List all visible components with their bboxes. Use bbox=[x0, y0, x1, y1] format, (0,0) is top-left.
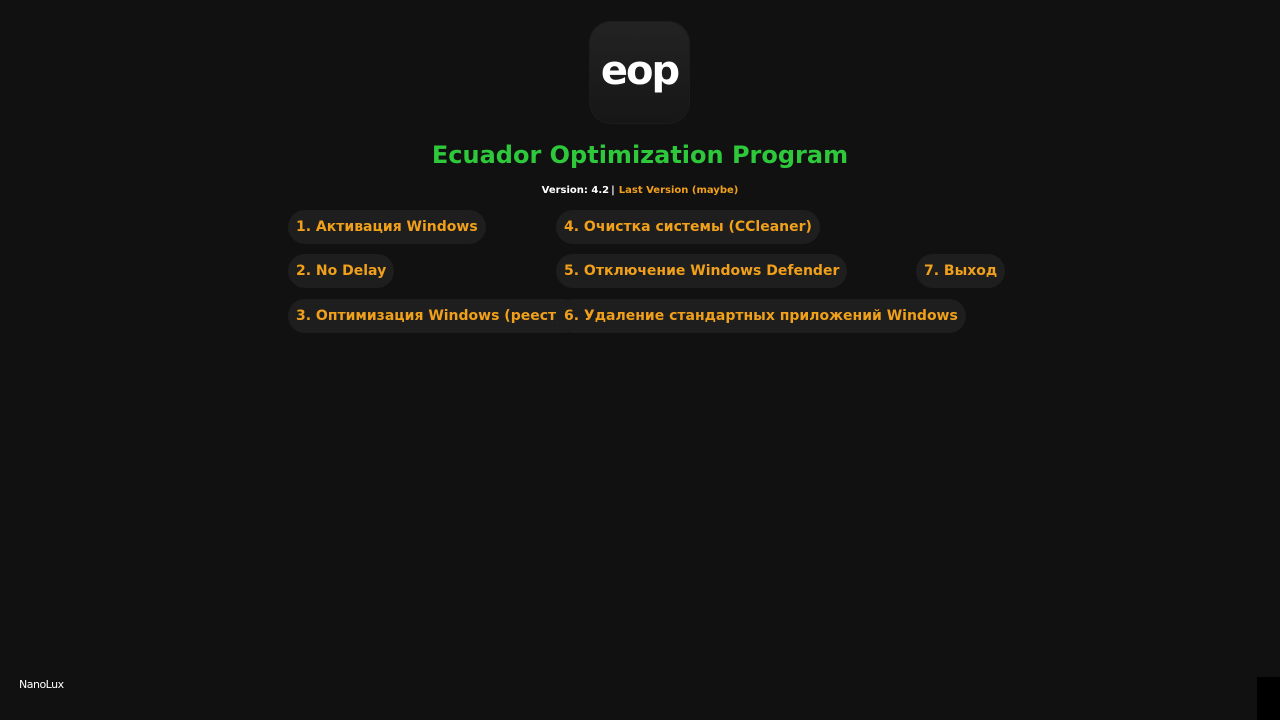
version-label: Version: 4.2 bbox=[541, 185, 610, 196]
menu-item-exit[interactable]: 7. Выход bbox=[916, 254, 1006, 288]
menu-item-activate-windows[interactable]: 1. Активация Windows bbox=[288, 210, 486, 244]
menu-item-disable-defender[interactable]: 5. Отключение Windows Defender bbox=[556, 254, 848, 288]
last-version-link[interactable]: Last Version (maybe) bbox=[619, 185, 739, 196]
menu-item-system-cleanup[interactable]: 4. Очистка системы (CCleaner) bbox=[556, 210, 820, 244]
version-row: Version: 4.2 | Last Version (maybe) bbox=[0, 184, 1280, 198]
menu-item-no-delay[interactable]: 2. No Delay bbox=[288, 254, 395, 288]
eop-logo: eop bbox=[589, 21, 690, 124]
corner-block bbox=[1257, 677, 1280, 720]
version-separator: | bbox=[611, 185, 615, 196]
author-credit: NanoLux bbox=[19, 678, 64, 691]
menu-item-registry-optimization[interactable]: 3. Оптимизация Windows (реестр) bbox=[288, 299, 581, 333]
menu-item-remove-default-apps[interactable]: 6. Удаление стандартных приложений Windo… bbox=[556, 299, 966, 333]
app-window: eop Ecuador Optimization Program Version… bbox=[0, 0, 1280, 720]
app-title: Ecuador Optimization Program bbox=[431, 141, 849, 169]
logo-text: eop bbox=[600, 47, 680, 94]
